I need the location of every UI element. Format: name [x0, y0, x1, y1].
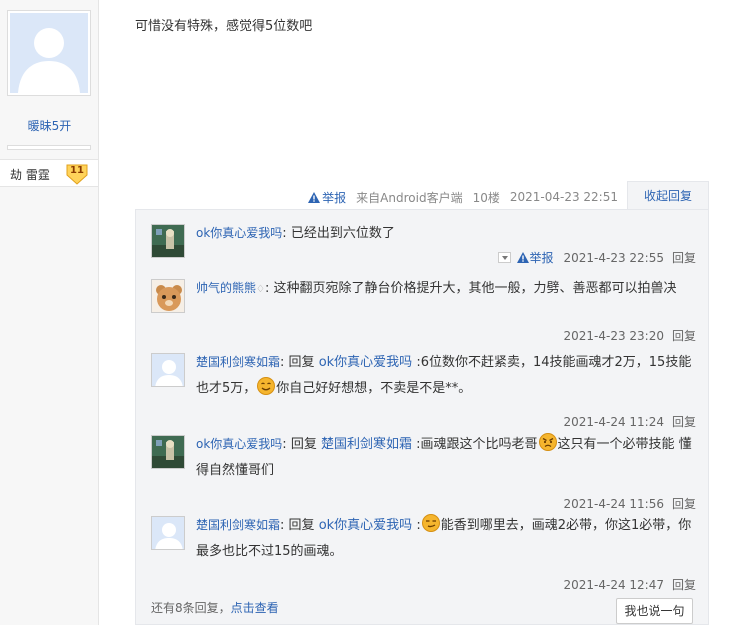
smile-emoji-icon — [257, 377, 276, 395]
list-item: 楚国利剑寒如霜: 回复 ok你真心爱我吗 :6位数你不赶紧卖，14技能画魂才2万… — [151, 353, 696, 429]
reply-text: 已经出到六位数了 — [290, 226, 395, 241]
reply-time: 2021-4-24 11:56 — [563, 496, 664, 511]
avatar[interactable] — [151, 279, 185, 313]
reply-meta: 2021-4-24 12:47 回复 — [563, 576, 696, 593]
list-item: 帅气的熊熊♢: 这种翻页宛除了静台价格提升大，其他一般，力劈、善恶都可以拍兽决 … — [151, 279, 696, 343]
reply-meta: 2021-4-23 23:20 回复 — [563, 327, 696, 344]
reply-content: ok你真心爱我吗: 已经出到六位数了 — [196, 220, 696, 247]
chevron-down-icon[interactable] — [498, 252, 512, 263]
reply-user[interactable]: 帅气的熊熊 — [196, 281, 256, 295]
reply-button[interactable]: 回复 — [672, 495, 696, 512]
reply-text: : — [416, 518, 421, 533]
post-tail: 举报 来自Android客户端 10楼 2021-04-23 22:51 — [298, 187, 618, 207]
list-item: ok你真心爱我吗: 已经出到六位数了 举报 2021-4-23 22:55 回复 — [151, 224, 696, 272]
list-item: ok你真心爱我吗: 回复 楚国利剑寒如霜 :画魂跟这个比吗老哥 这只有一个必带技能… — [151, 433, 696, 511]
colon-sep: : — [264, 281, 274, 296]
divider — [7, 145, 91, 150]
post-client: 来自Android客户端 — [356, 190, 463, 205]
post-time: 2021-04-23 22:51 — [509, 190, 618, 204]
reply-meta: 2021-4-24 11:24 回复 — [563, 413, 696, 430]
reply-content: ok你真心爱我吗: 回复 楚国利剑寒如霜 :画魂跟这个比吗老哥 这只有一个必带技能… — [196, 431, 696, 484]
reply-report-button[interactable]: 举报 — [517, 249, 553, 266]
reply-text: :画魂跟这个比吗老哥 — [416, 437, 538, 452]
post-report-label: 举报 — [322, 190, 347, 205]
reply-meta: 举报 2021-4-23 22:55 回复 — [498, 249, 696, 266]
post-content: 可惜没有特殊，感觉得5位数吧 — [135, 19, 313, 34]
reply-word: 回复 — [290, 437, 317, 452]
warning-icon — [308, 191, 321, 203]
colon-sep: : — [280, 518, 289, 533]
warning-icon — [517, 252, 530, 263]
more-replies: 还有8条回复，点击查看 — [151, 599, 279, 616]
smug-emoji-icon — [421, 514, 440, 532]
reply-user[interactable]: ok你真心爱我吗 — [196, 226, 282, 240]
reply-to-user[interactable]: ok你真心爱我吗 — [319, 518, 412, 533]
colon-sep: : — [280, 355, 289, 370]
reply-user[interactable]: ok你真心爱我吗 — [196, 437, 282, 451]
avatar[interactable] — [151, 224, 185, 258]
level-number: 11 — [70, 165, 84, 176]
reply-meta: 2021-4-24 11:56 回复 — [563, 495, 696, 512]
more-replies-text: 还有8条回复， — [151, 601, 231, 615]
view-more-link[interactable]: 点击查看 — [231, 601, 279, 615]
colon-sep: : — [282, 226, 291, 241]
post-report-button[interactable]: 举报 — [308, 189, 346, 206]
reply-content: 楚国利剑寒如霜: 回复 ok你真心爱我吗 : 能香到哪里去，画魂2必带，你这1必带… — [196, 512, 696, 565]
reply-button[interactable]: 回复 — [672, 576, 696, 593]
reply-text-cont: 你自己好好想想，不卖是不是**。 — [276, 381, 472, 396]
reply-button[interactable]: 回复 — [672, 413, 696, 430]
level-name[interactable]: 劫 雷霆 — [10, 166, 50, 183]
reply-user[interactable]: 楚国利剑寒如霜 — [196, 355, 280, 369]
avatar[interactable] — [151, 516, 185, 550]
post-floor: 10楼 — [472, 190, 500, 205]
list-item: 楚国利剑寒如霜: 回复 ok你真心爱我吗 : 能香到哪里去，画魂2必带，你这1必带… — [151, 514, 696, 592]
reply-report-label: 举报 — [529, 251, 554, 265]
reply-time: 2021-4-23 22:55 — [563, 250, 664, 265]
author-avatar[interactable] — [7, 10, 91, 96]
reply-word: 回复 — [288, 518, 315, 533]
reply-user[interactable]: 楚国利剑寒如霜 — [196, 518, 280, 532]
collapse-replies-button[interactable]: 收起回复 — [627, 181, 709, 210]
reply-content: 帅气的熊熊♢: 这种翻页宛除了静台价格提升大，其他一般，力劈、善恶都可以拍兽决 — [196, 275, 696, 303]
reply-to-user[interactable]: ok你真心爱我吗 — [319, 355, 412, 370]
reply-box: ok你真心爱我吗: 已经出到六位数了 举报 2021-4-23 22:55 回复 — [135, 209, 709, 625]
reply-button[interactable]: 回复 — [672, 327, 696, 344]
reply-word: 回复 — [288, 355, 315, 370]
reply-to-user[interactable]: 楚国利剑寒如霜 — [321, 437, 412, 452]
user-badge-icon: ♢ — [256, 284, 265, 295]
avatar[interactable] — [151, 353, 185, 387]
reply-content: 楚国利剑寒如霜: 回复 ok你真心爱我吗 :6位数你不赶紧卖，14技能画魂才2万… — [196, 349, 696, 402]
level-row: 劫 雷霆 11 — [0, 159, 99, 187]
write-reply-button[interactable]: 我也说一句 — [616, 598, 693, 624]
colon-sep: : — [282, 437, 291, 452]
reply-time: 2021-4-23 23:20 — [563, 328, 664, 343]
angry-emoji-icon — [538, 433, 557, 451]
reply-button[interactable]: 回复 — [672, 249, 696, 266]
reply-time: 2021-4-24 12:47 — [563, 577, 664, 592]
avatar[interactable] — [151, 435, 185, 469]
author-name[interactable]: 暖昧5开 — [0, 117, 99, 134]
level-badge-icon[interactable]: 11 — [65, 163, 89, 185]
reply-time: 2021-4-24 11:24 — [563, 414, 664, 429]
reply-text: 这种翻页宛除了静台价格提升大，其他一般，力劈、善恶都可以拍兽决 — [273, 281, 677, 296]
author-column: 暖昧5开 劫 雷霆 11 — [0, 0, 99, 625]
